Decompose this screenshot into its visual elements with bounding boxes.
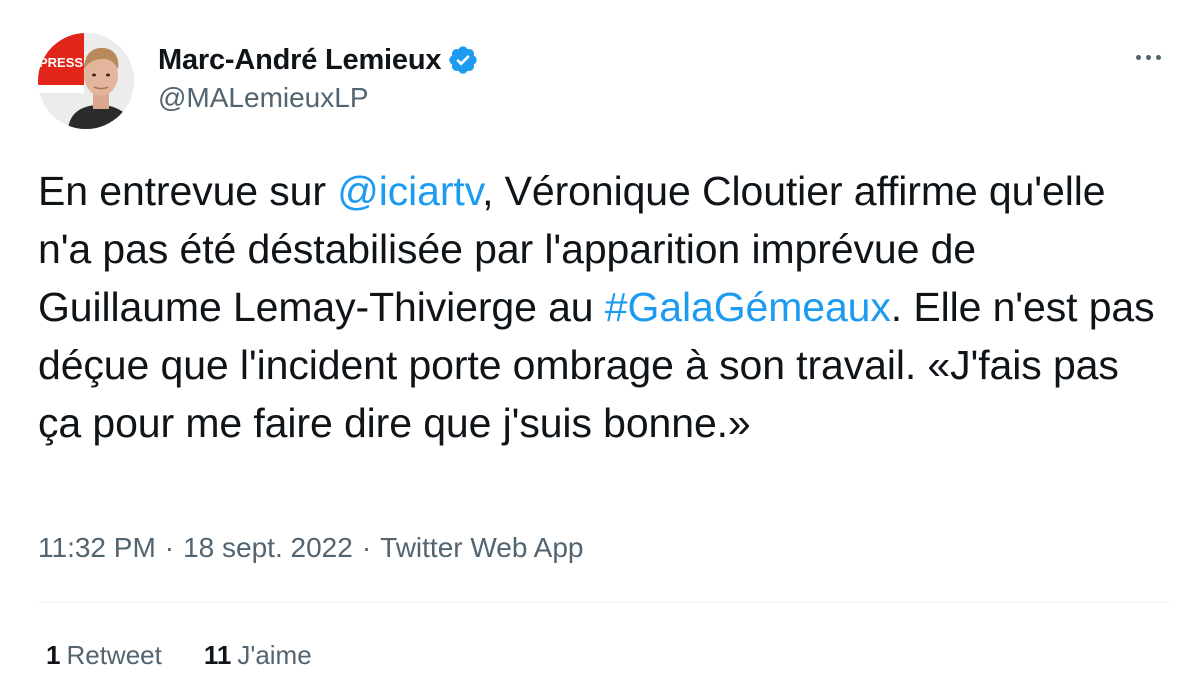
meta-separator: · xyxy=(361,532,372,563)
more-dot xyxy=(1155,54,1161,60)
author-block: Marc-André Lemieux @MALemieuxLP xyxy=(158,40,479,114)
author-display-name[interactable]: Marc-André Lemieux xyxy=(158,44,441,77)
divider xyxy=(38,602,1170,603)
likes-label: J'aime xyxy=(237,640,312,670)
name-row: Marc-André Lemieux xyxy=(158,40,479,80)
retweets-label: Retweet xyxy=(66,640,162,670)
tweet-stats: 1 Retweet 11 J'aime xyxy=(46,640,312,671)
avatar[interactable]: PRESSE xyxy=(38,33,134,129)
likes-stat[interactable]: 11 J'aime xyxy=(204,640,312,671)
tweet-text-segment: En entrevue sur xyxy=(38,168,338,214)
tweet-time[interactable]: 11:32 PM xyxy=(38,532,156,564)
tweet-card: PRESSE Marc-André Lemieux @MALemieuxLP E… xyxy=(0,0,1198,682)
more-horizontal-icon[interactable] xyxy=(1128,42,1168,72)
meta-separator: · xyxy=(164,532,175,563)
more-dot xyxy=(1135,54,1141,60)
likes-count: 11 xyxy=(203,640,232,670)
tweet-meta: 11:32 PM · 18 sept. 2022 · Twitter Web A… xyxy=(38,532,584,564)
more-dot xyxy=(1145,54,1151,60)
hashtag-link[interactable]: #GalaGémeaux xyxy=(605,284,891,330)
tweet-text: En entrevue sur @iciartv, Véronique Clou… xyxy=(38,162,1158,452)
tweet-date[interactable]: 18 sept. 2022 xyxy=(183,532,353,564)
retweets-count: 1 xyxy=(46,640,61,670)
retweets-stat[interactable]: 1 Retweet xyxy=(46,640,162,671)
avatar-image: PRESSE xyxy=(38,33,134,129)
author-handle[interactable]: @MALemieuxLP xyxy=(158,82,479,114)
mention-link[interactable]: @iciartv xyxy=(337,168,482,214)
tweet-source[interactable]: Twitter Web App xyxy=(380,532,583,564)
verified-badge-icon xyxy=(447,44,479,76)
